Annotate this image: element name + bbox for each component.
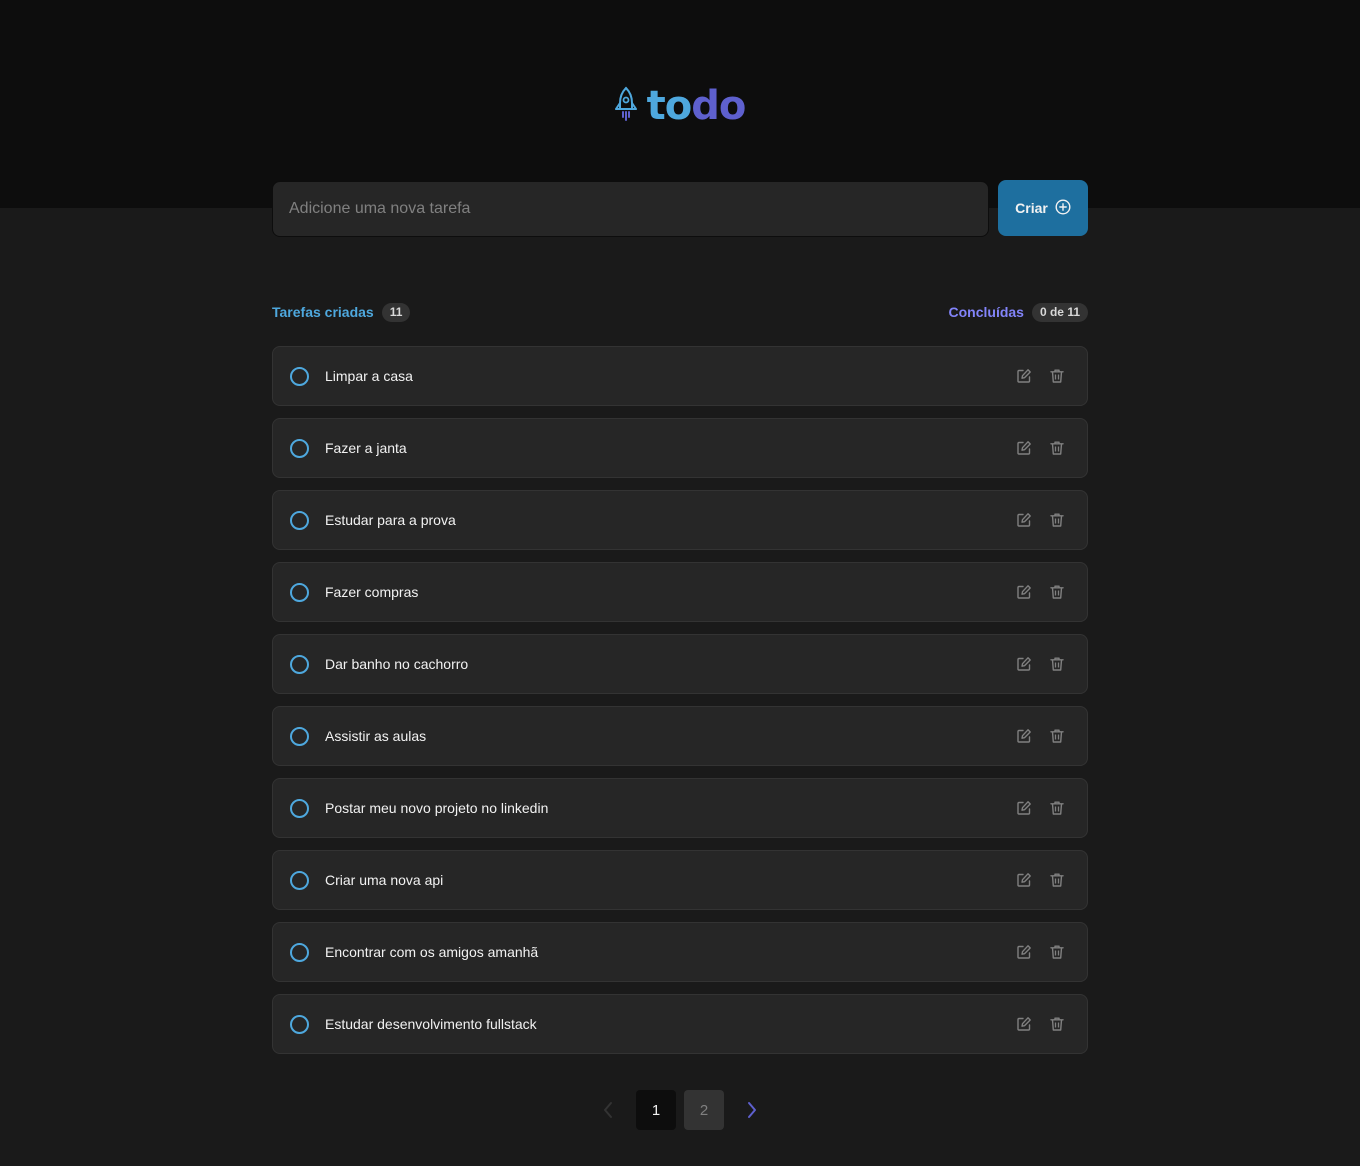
logo-text-to: to bbox=[646, 83, 693, 129]
logo: todo bbox=[0, 84, 1360, 128]
task-actions bbox=[1016, 440, 1065, 456]
task-item: Postar meu novo projeto no linkedin bbox=[272, 778, 1088, 838]
task-item: Fazer compras bbox=[272, 562, 1088, 622]
task-text: Limpar a casa bbox=[325, 368, 413, 384]
task-actions bbox=[1016, 512, 1065, 528]
logo-text: todo bbox=[646, 83, 747, 129]
trash-icon[interactable] bbox=[1049, 1016, 1065, 1032]
edit-icon[interactable] bbox=[1016, 728, 1032, 744]
edit-icon[interactable] bbox=[1016, 872, 1032, 888]
task-item: Estudar para a prova bbox=[272, 490, 1088, 550]
logo-text-do: do bbox=[691, 83, 746, 129]
edit-icon[interactable] bbox=[1016, 512, 1032, 528]
task-item: Limpar a casa bbox=[272, 346, 1088, 406]
task-list: Limpar a casa Fazer a janta Estudar para… bbox=[272, 346, 1088, 1066]
trash-icon[interactable] bbox=[1049, 872, 1065, 888]
trash-icon[interactable] bbox=[1049, 800, 1065, 816]
task-actions bbox=[1016, 368, 1065, 384]
edit-icon[interactable] bbox=[1016, 440, 1032, 456]
task-text: Criar uma nova api bbox=[325, 872, 444, 888]
edit-icon[interactable] bbox=[1016, 656, 1032, 672]
task-checkbox[interactable] bbox=[290, 726, 309, 746]
task-item: Fazer a janta bbox=[272, 418, 1088, 478]
task-actions bbox=[1016, 584, 1065, 600]
trash-icon[interactable] bbox=[1049, 440, 1065, 456]
task-checkbox[interactable] bbox=[290, 798, 309, 818]
task-text: Assistir as aulas bbox=[325, 728, 427, 744]
chevron-left-icon[interactable] bbox=[588, 1090, 628, 1130]
task-checkbox[interactable] bbox=[290, 870, 309, 890]
pagination: 1 2 bbox=[0, 1090, 1360, 1130]
create-button-label: Criar bbox=[1015, 200, 1048, 216]
task-checkbox[interactable] bbox=[290, 1014, 309, 1034]
trash-icon[interactable] bbox=[1049, 368, 1065, 384]
task-item: Dar banho no cachorro bbox=[272, 634, 1088, 694]
trash-icon[interactable] bbox=[1049, 656, 1065, 672]
created-counter: Tarefas criadas 11 bbox=[272, 302, 411, 322]
task-checkbox[interactable] bbox=[290, 510, 309, 530]
task-text: Fazer a janta bbox=[325, 440, 407, 456]
chevron-right-icon[interactable] bbox=[732, 1090, 772, 1130]
task-actions bbox=[1016, 800, 1065, 816]
done-counter: Concluídas 0 de 11 bbox=[948, 302, 1088, 322]
edit-icon[interactable] bbox=[1016, 1016, 1032, 1032]
task-text: Dar banho no cachorro bbox=[325, 656, 469, 672]
trash-icon[interactable] bbox=[1049, 584, 1065, 600]
trash-icon[interactable] bbox=[1049, 512, 1065, 528]
task-checkbox[interactable] bbox=[290, 366, 309, 386]
created-count-badge: 11 bbox=[381, 302, 411, 322]
task-text: Fazer compras bbox=[325, 584, 419, 600]
trash-icon[interactable] bbox=[1049, 728, 1065, 744]
task-actions bbox=[1016, 656, 1065, 672]
new-task-input[interactable] bbox=[272, 181, 989, 237]
create-task-button[interactable]: Criar bbox=[998, 180, 1088, 236]
header: todo bbox=[0, 0, 1360, 208]
done-counter-label: Concluídas bbox=[948, 304, 1024, 320]
done-count-badge: 0 de 11 bbox=[1031, 302, 1088, 322]
task-item: Criar uma nova api bbox=[272, 850, 1088, 910]
created-counter-label: Tarefas criadas bbox=[272, 304, 374, 320]
edit-icon[interactable] bbox=[1016, 368, 1032, 384]
task-item: Estudar desenvolvimento fullstack bbox=[272, 994, 1088, 1054]
edit-icon[interactable] bbox=[1016, 944, 1032, 960]
task-item: Encontrar com os amigos amanhã bbox=[272, 922, 1088, 982]
task-actions bbox=[1016, 1016, 1065, 1032]
page-button-1[interactable]: 1 bbox=[636, 1090, 676, 1130]
task-checkbox[interactable] bbox=[290, 582, 309, 602]
edit-icon[interactable] bbox=[1016, 584, 1032, 600]
task-actions bbox=[1016, 728, 1065, 744]
task-text: Postar meu novo projeto no linkedin bbox=[325, 800, 549, 816]
task-counters: Tarefas criadas 11 Concluídas 0 de 11 bbox=[272, 301, 1088, 323]
task-actions bbox=[1016, 872, 1065, 888]
task-text: Encontrar com os amigos amanhã bbox=[325, 944, 539, 960]
task-checkbox[interactable] bbox=[290, 438, 309, 458]
trash-icon[interactable] bbox=[1049, 944, 1065, 960]
add-task-form: Criar bbox=[272, 180, 1088, 237]
task-actions bbox=[1016, 944, 1065, 960]
task-item: Assistir as aulas bbox=[272, 706, 1088, 766]
page-button-2[interactable]: 2 bbox=[684, 1090, 724, 1130]
edit-icon[interactable] bbox=[1016, 800, 1032, 816]
task-text: Estudar para a prova bbox=[325, 512, 456, 528]
task-checkbox[interactable] bbox=[290, 654, 309, 674]
task-checkbox[interactable] bbox=[290, 942, 309, 962]
plus-circle-icon bbox=[1055, 198, 1071, 218]
task-text: Estudar desenvolvimento fullstack bbox=[325, 1016, 537, 1032]
rocket-icon bbox=[614, 86, 637, 127]
